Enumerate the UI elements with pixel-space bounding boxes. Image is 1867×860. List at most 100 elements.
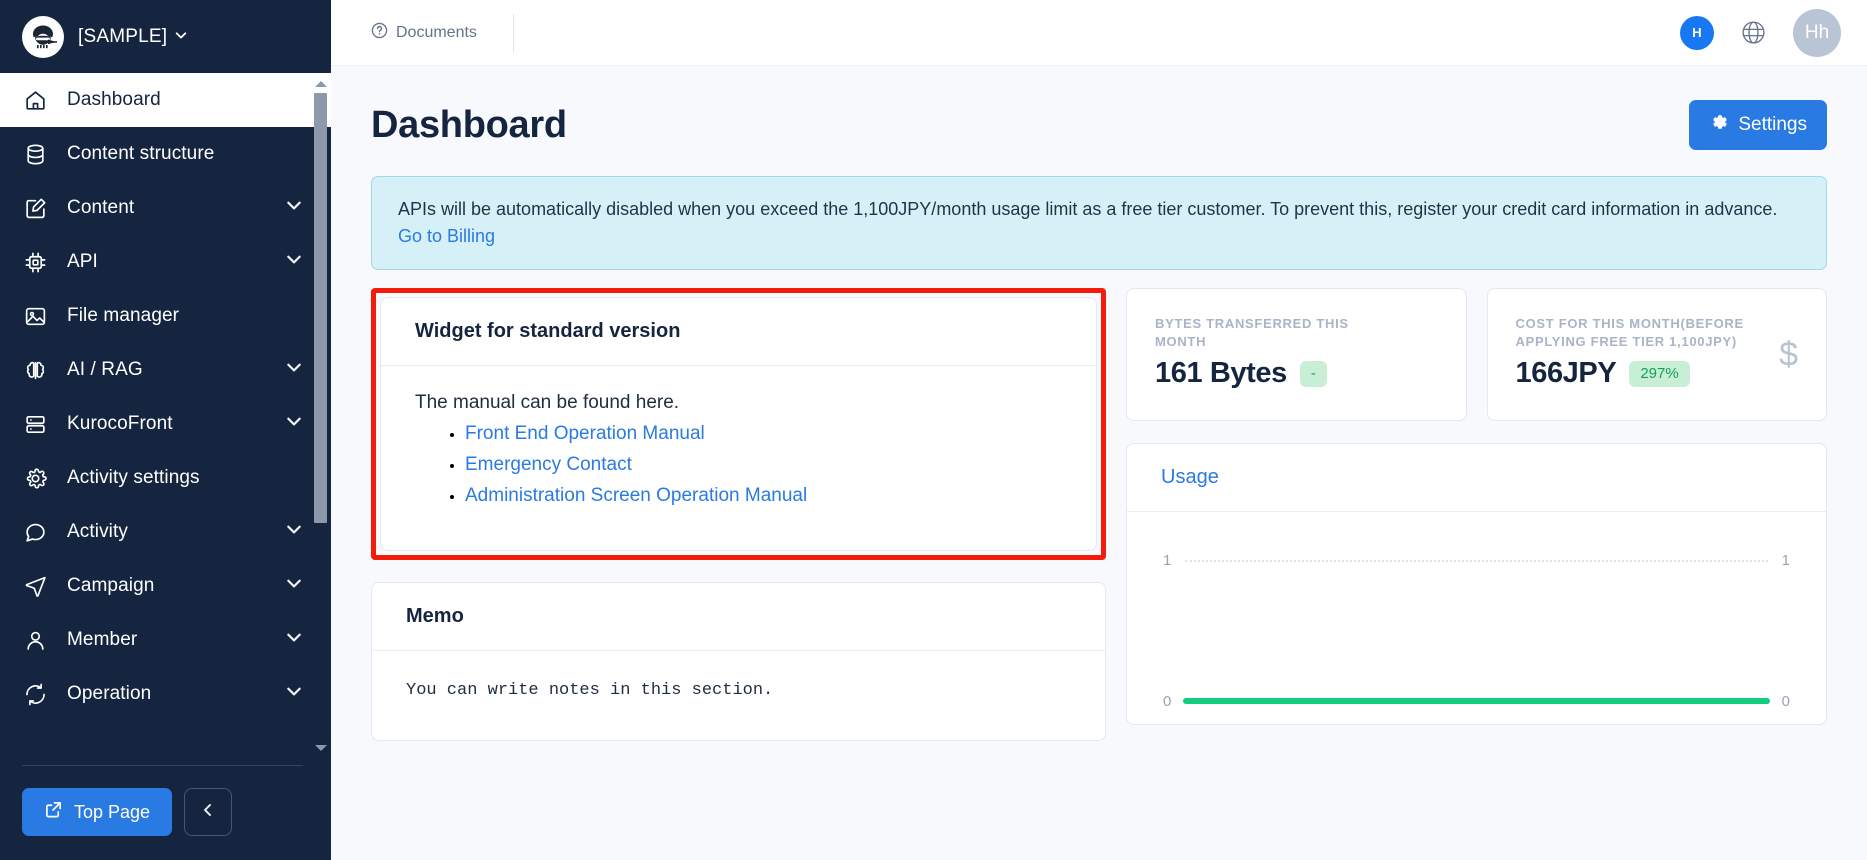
sidebar-item-dashboard[interactable]: Dashboard [0,73,331,127]
sidebar-item-label: Content structure [67,143,215,164]
documents-label: Documents [396,23,477,41]
chevron-down-icon[interactable] [285,682,303,706]
sidebar-item-member[interactable]: Member [0,613,331,667]
home-icon [22,87,48,113]
chevron-down-icon[interactable] [285,520,303,544]
manual-lead-text: The manual can be found here. [415,392,680,413]
usage-card-body: 1 1 0 0 [1127,512,1826,724]
alert-text: APIs will be automatically disabled when… [398,199,1778,219]
status-badge: 297% [1629,360,1690,387]
manual-list-item: Emergency Contact [465,454,1062,476]
page-content: Dashboard Settings APIs will be automati… [331,66,1867,860]
main-area: Documents H Hh Dashboard Settings APIs w… [331,0,1867,860]
sidebar-footer: Top Page [0,766,331,860]
manual-link[interactable]: Administration Screen Operation Manual [465,485,807,506]
user-avatar-label: Hh [1804,21,1830,43]
chart-series-line [1183,698,1770,705]
memo-card-body[interactable]: You can write notes in this section. [372,651,1105,740]
help-avatar[interactable]: H [1680,15,1714,50]
chip-icon [22,249,48,275]
widget-card-highlight: Widget for standard version The manual c… [371,288,1106,560]
scroll-up-arrow-icon[interactable] [315,81,327,87]
stat-card: BYTES TRANSFERRED THIS MONTH 161 Bytes - [1126,288,1467,422]
top-page-label: Top Page [74,801,151,822]
chevron-down-icon[interactable] [285,412,303,436]
sidebar-item-file-manager[interactable]: File manager [0,289,331,343]
documents-link[interactable]: Documents [371,22,513,44]
brand-header[interactable]: [SAMPLE] [0,0,331,73]
usage-chart: 1 1 0 0 [1127,512,1826,724]
brand-name-text: [SAMPLE] [78,25,168,47]
sidebar-item-activity[interactable]: Activity [0,505,331,559]
currency-icon: $ [1779,335,1798,374]
chart-gridline [1185,560,1768,563]
sidebar-item-operation[interactable]: Operation [0,667,331,721]
question-circle-icon [371,22,388,44]
y-axis-tick-left-bottom: 0 [1163,693,1172,711]
sidebar-item-ai-rag[interactable]: AI / RAG [0,343,331,397]
manual-link[interactable]: Front End Operation Manual [465,423,705,444]
top-page-button[interactable]: Top Page [22,788,173,836]
left-column: Widget for standard version The manual c… [371,288,1106,741]
stat-value-row: 166JPY 297% [1516,357,1799,390]
help-avatar-label: H [1692,25,1702,40]
stat-value-row: 161 Bytes - [1155,357,1438,390]
gear-icon [22,465,48,491]
widget-card-body: The manual can be found here. Front End … [381,366,1096,550]
topbar: Documents H Hh [331,0,1867,66]
sidebar-item-label: Activity [67,521,128,542]
chevron-down-icon[interactable] [285,574,303,598]
sidebar-scrollbar-thumb[interactable] [314,93,327,523]
sidebar-item-api[interactable]: API [0,235,331,289]
right-column: BYTES TRANSFERRED THIS MONTH 161 Bytes - CO… [1126,288,1827,726]
database-icon [22,141,48,167]
chat-bubble-icon [22,519,48,545]
manual-list-item: Front End Operation Manual [465,423,1062,445]
chevron-down-icon[interactable] [285,250,303,274]
globe-icon[interactable] [1740,19,1767,46]
sidebar-item-label: Activity settings [67,467,200,488]
chevron-down-icon[interactable] [285,358,303,382]
settings-button[interactable]: Settings [1689,100,1827,150]
y-axis-tick-right-top: 1 [1781,552,1790,570]
stat-label: BYTES TRANSFERRED THIS MONTH [1155,316,1349,349]
sidebar-item-content-structure[interactable]: Content structure [0,127,331,181]
sidebar-item-content[interactable]: Content [0,181,331,235]
external-link-icon [44,800,63,824]
page-title: Dashboard [371,103,567,146]
sidebar-item-kurocofront[interactable]: KurocoFront [0,397,331,451]
scroll-down-arrow-icon[interactable] [315,745,327,751]
y-axis-tick-left-top: 1 [1163,552,1172,570]
go-to-billing-link[interactable]: Go to Billing [398,226,495,246]
brand-name: [SAMPLE] [78,26,188,48]
widget-card: Widget for standard version The manual c… [380,297,1097,551]
manual-link[interactable]: Emergency Contact [465,454,632,475]
stat-label: COST FOR THIS MONTH(BEFORE APPLYING FREE… [1515,316,1744,349]
dashboard-columns: Widget for standard version The manual c… [371,288,1827,741]
sidebar-item-activity-settings[interactable]: Activity settings [0,451,331,505]
manual-list-item: Administration Screen Operation Manual [465,485,1062,507]
app-root: [SAMPLE] Dashboard Content structure Conte… [0,0,1867,860]
y-axis-tick-right-bottom: 0 [1781,693,1790,711]
topbar-divider [512,13,514,52]
sidebar-collapse-button[interactable] [184,788,233,836]
sidebar-item-label: AI / RAG [67,359,143,380]
ninja-logo-icon [22,15,64,58]
sidebar-item-label: Member [67,629,138,650]
stat-cards-row: BYTES TRANSFERRED THIS MONTH 161 Bytes - CO… [1126,288,1827,422]
stat-value: 161 Bytes [1155,357,1287,390]
brain-icon [22,357,48,383]
usage-card-title[interactable]: Usage [1127,444,1826,513]
chevron-down-icon[interactable] [285,628,303,652]
page-header: Dashboard Settings [371,66,1827,176]
topbar-actions: H Hh [1680,8,1841,57]
usage-card: Usage 1 1 0 0 [1126,443,1827,726]
widget-card-title: Widget for standard version [381,298,1096,366]
chevron-down-icon[interactable] [285,196,303,220]
sidebar-item-label: Operation [67,683,152,704]
sidebar-item-campaign[interactable]: Campaign [0,559,331,613]
sidebar-scrollbar[interactable] [313,81,327,751]
user-icon [22,627,48,653]
user-avatar[interactable]: Hh [1793,8,1841,57]
stat-card: COST FOR THIS MONTH(BEFORE APPLYING FREE… [1486,288,1827,422]
